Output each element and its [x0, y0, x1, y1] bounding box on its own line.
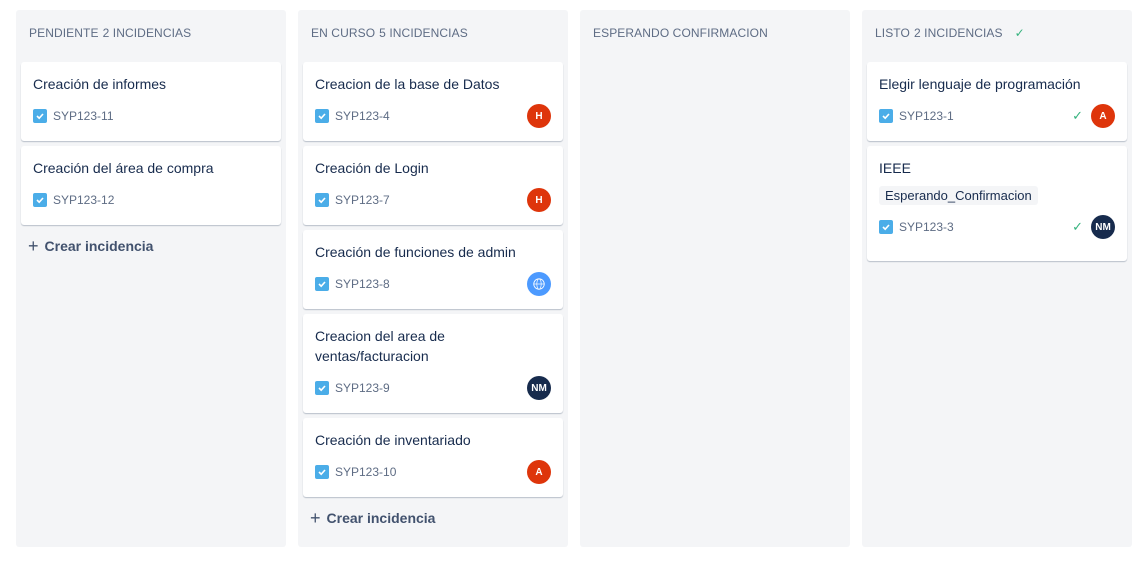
column-title: ESPERANDO CONFIRMACION	[593, 26, 768, 40]
issue-card[interactable]: IEEE Esperando_Confirmacion SYP123-3 ✓ N…	[867, 146, 1127, 261]
column-en-curso: EN CURSO 5 INCIDENCIAS Creacion de la ba…	[298, 10, 568, 547]
task-checkbox-icon	[33, 193, 47, 207]
issue-card[interactable]: Creación de informes SYP123-11	[21, 62, 281, 141]
column-listo: LISTO 2 INCIDENCIAS ✓ Elegir lenguaje de…	[862, 10, 1132, 547]
issue-key[interactable]: SYP123-9	[335, 381, 390, 395]
resolved-check-icon: ✓	[1072, 108, 1083, 123]
column-title: PENDIENTE	[29, 26, 99, 40]
card-title: Creación de inventariado	[315, 432, 471, 448]
task-checkbox-icon	[315, 381, 329, 395]
column-count: 5 INCIDENCIAS	[379, 26, 468, 40]
issue-key[interactable]: SYP123-4	[335, 109, 390, 123]
task-checkbox-icon	[315, 193, 329, 207]
done-check-icon: ✓	[1014, 26, 1025, 40]
assignee-avatar[interactable]: H	[527, 188, 551, 212]
issue-key[interactable]: SYP123-7	[335, 193, 390, 207]
card-title: Creación del área de compra	[33, 160, 214, 176]
task-checkbox-icon	[315, 465, 329, 479]
column-count: 2 INCIDENCIAS	[913, 26, 1003, 40]
issue-key[interactable]: SYP123-3	[899, 220, 954, 234]
column-pendiente: PENDIENTE 2 INCIDENCIAS Creación de info…	[16, 10, 286, 547]
task-checkbox-icon	[879, 220, 893, 234]
create-issue-button[interactable]: + Crear incidencia	[16, 230, 286, 262]
card-title: Creacion de la base de Datos	[315, 76, 500, 92]
card-title: IEEE	[879, 160, 911, 176]
issue-card[interactable]: Creacion de la base de Datos SYP123-4 H	[303, 62, 563, 141]
create-issue-label: Crear incidencia	[44, 238, 154, 254]
issue-card[interactable]: Creación del área de compra SYP123-12	[21, 146, 281, 225]
issue-card[interactable]: Creación de funciones de admin SYP123-8	[303, 230, 563, 309]
create-issue-label: Crear incidencia	[326, 510, 436, 526]
issue-card[interactable]: Creación de inventariado SYP123-10 A	[303, 418, 563, 497]
assignee-avatar[interactable]: H	[527, 104, 551, 128]
column-header: LISTO 2 INCIDENCIAS ✓	[862, 10, 1132, 56]
issue-label-chip[interactable]: Esperando_Confirmacion	[879, 186, 1038, 205]
kanban-board: PENDIENTE 2 INCIDENCIAS Creación de info…	[0, 0, 1143, 561]
card-title: Elegir lenguaje de programación	[879, 76, 1081, 92]
column-title: EN CURSO	[311, 26, 376, 40]
column-esperando-confirmacion: ESPERANDO CONFIRMACION	[580, 10, 850, 547]
issue-card[interactable]: Creacion del area de ventas/facturacion …	[303, 314, 563, 413]
issue-card[interactable]: Creación de Login SYP123-7 H	[303, 146, 563, 225]
create-issue-button[interactable]: + Crear incidencia	[298, 502, 568, 534]
column-header: EN CURSO 5 INCIDENCIAS	[298, 10, 568, 56]
globe-avatar-icon[interactable]	[527, 272, 551, 296]
issue-card[interactable]: Elegir lenguaje de programación SYP123-1…	[867, 62, 1127, 141]
plus-icon: +	[28, 236, 39, 256]
issue-key[interactable]: SYP123-8	[335, 277, 390, 291]
column-count: 2 INCIDENCIAS	[102, 26, 192, 40]
column-header: PENDIENTE 2 INCIDENCIAS	[16, 10, 286, 56]
card-title: Creacion del area de ventas/facturacion	[315, 328, 445, 364]
issue-key[interactable]: SYP123-11	[53, 109, 114, 123]
task-checkbox-icon	[33, 109, 47, 123]
assignee-avatar[interactable]: NM	[1091, 215, 1115, 239]
column-title: LISTO	[875, 26, 910, 40]
task-checkbox-icon	[315, 277, 329, 291]
card-title: Creación de Login	[315, 160, 429, 176]
card-title: Creación de informes	[33, 76, 167, 92]
assignee-avatar[interactable]: A	[1091, 104, 1115, 128]
assignee-avatar[interactable]: NM	[527, 376, 551, 400]
card-title: Creación de funciones de admin	[315, 244, 516, 260]
issue-key[interactable]: SYP123-10	[335, 465, 396, 479]
column-header: ESPERANDO CONFIRMACION	[580, 10, 850, 56]
task-checkbox-icon	[315, 109, 329, 123]
task-checkbox-icon	[879, 109, 893, 123]
plus-icon: +	[310, 508, 321, 528]
resolved-check-icon: ✓	[1072, 219, 1083, 234]
issue-key[interactable]: SYP123-1	[899, 109, 954, 123]
assignee-avatar[interactable]: A	[527, 460, 551, 484]
issue-key[interactable]: SYP123-12	[53, 193, 114, 207]
